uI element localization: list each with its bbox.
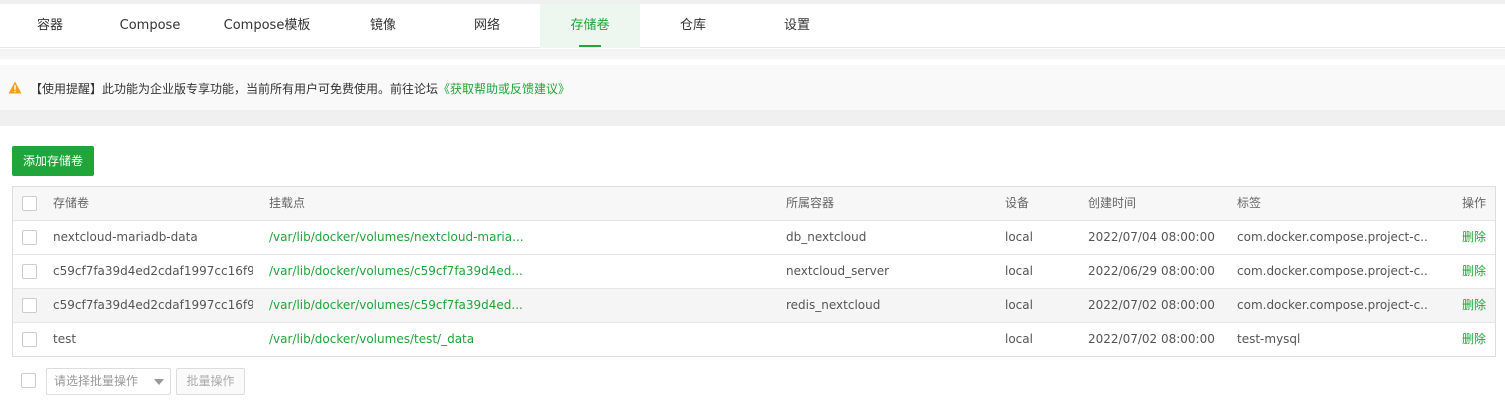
header-mountpoint: 挂载点 (269, 196, 306, 210)
row-checkbox[interactable] (22, 264, 37, 279)
table-row: c59cf7fa39d4ed2cdaf1997cc16f9... /var/li… (13, 254, 1495, 288)
tab-registry[interactable]: 仓库 (643, 4, 743, 48)
header-container: 所属容器 (786, 196, 835, 210)
header-actions: 操作 (1462, 196, 1487, 210)
volume-driver: local (1005, 332, 1033, 346)
header-labels: 标签 (1237, 196, 1262, 210)
volume-name: c59cf7fa39d4ed2cdaf1997cc16f9... (53, 298, 253, 312)
volume-container: redis_nextcloud (786, 298, 881, 312)
volume-container: db_nextcloud (786, 230, 867, 244)
table-row: test /var/lib/docker/volumes/test/_data … (13, 322, 1495, 356)
volume-labels: com.docker.compose.project-c... (1237, 230, 1427, 244)
delete-button[interactable]: 删除 (1462, 323, 1494, 356)
warning-icon (8, 81, 22, 94)
select-all-checkbox[interactable] (22, 196, 37, 211)
delete-button[interactable]: 删除 (1462, 289, 1494, 322)
section-gap (0, 110, 1505, 126)
batch-operation-select[interactable]: 请选择批量操作 (46, 368, 171, 395)
divider-band (0, 49, 1505, 59)
table-row: nextcloud-mariadb-data /var/lib/docker/v… (13, 220, 1495, 254)
mountpoint-link[interactable]: /var/lib/docker/volumes/c59cf7fa39d4ed..… (269, 289, 769, 322)
header-driver: 设备 (1005, 196, 1030, 210)
volume-created: 2022/07/02 08:00:00 (1088, 298, 1215, 312)
table-header-row: 存储卷 挂载点 所属容器 设备 创建时间 标签 操作 (13, 187, 1495, 220)
volume-name: c59cf7fa39d4ed2cdaf1997cc16f9... (53, 264, 253, 278)
batch-select-checkbox[interactable] (21, 373, 36, 388)
volume-name: test (53, 332, 77, 346)
volumes-table: 存储卷 挂载点 所属容器 设备 创建时间 标签 操作 nextcloud-mar… (12, 186, 1496, 357)
tab-compose-templates[interactable]: Compose模板 (217, 4, 317, 48)
volume-labels: com.docker.compose.project-c... (1237, 264, 1427, 278)
mountpoint-link[interactable]: /var/lib/docker/volumes/test/_data (269, 323, 769, 356)
volume-labels: com.docker.compose.project-c... (1237, 298, 1427, 312)
table-row: c59cf7fa39d4ed2cdaf1997cc16f9... /var/li… (13, 288, 1495, 322)
mountpoint-link[interactable]: /var/lib/docker/volumes/nextcloud-maria.… (269, 221, 769, 254)
add-volume-button[interactable]: 添加存储卷 (12, 146, 94, 176)
mountpoint-link[interactable]: /var/lib/docker/volumes/c59cf7fa39d4ed..… (269, 255, 769, 288)
row-checkbox[interactable] (22, 298, 37, 313)
header-name: 存储卷 (53, 196, 90, 210)
row-checkbox[interactable] (22, 332, 37, 347)
volume-created: 2022/07/04 08:00:00 (1088, 230, 1215, 244)
volume-labels: test-mysql (1237, 332, 1301, 346)
delete-button[interactable]: 删除 (1462, 221, 1494, 254)
tab-settings[interactable]: 设置 (747, 4, 847, 48)
chevron-down-icon (154, 379, 164, 385)
tab-compose[interactable]: Compose (100, 4, 200, 48)
tab-containers[interactable]: 容器 (0, 4, 100, 48)
volume-created: 2022/06/29 08:00:00 (1088, 264, 1215, 278)
tab-volumes[interactable]: 存储卷 (540, 4, 640, 48)
delete-button[interactable]: 删除 (1462, 255, 1494, 288)
header-created: 创建时间 (1088, 196, 1137, 210)
notice-text: 【使用提醒】此功能为企业版专享功能，当前所有用户可免费使用。前往论坛《获取帮助或… (30, 80, 570, 97)
volume-driver: local (1005, 230, 1033, 244)
volume-driver: local (1005, 298, 1033, 312)
volume-container (786, 323, 986, 356)
usage-notice: 【使用提醒】此功能为企业版专享功能，当前所有用户可免费使用。前往论坛《获取帮助或… (0, 65, 1505, 110)
tab-networks[interactable]: 网络 (437, 4, 537, 48)
batch-operation-button[interactable]: 批量操作 (176, 368, 245, 395)
volume-container: nextcloud_server (786, 264, 890, 278)
tab-bar: 容器 Compose Compose模板 镜像 网络 存储卷 仓库 设置 (0, 4, 1505, 48)
volume-driver: local (1005, 264, 1033, 278)
volume-created: 2022/07/02 08:00:00 (1088, 332, 1215, 346)
batch-select-placeholder: 请选择批量操作 (54, 374, 139, 388)
forum-help-link[interactable]: 《获取帮助或反馈建议》 (438, 82, 570, 96)
row-checkbox[interactable] (22, 230, 37, 245)
tab-images[interactable]: 镜像 (333, 4, 433, 48)
volume-name: nextcloud-mariadb-data (53, 230, 198, 244)
notice-message: 【使用提醒】此功能为企业版专享功能，当前所有用户可免费使用。前往论坛 (30, 82, 439, 96)
